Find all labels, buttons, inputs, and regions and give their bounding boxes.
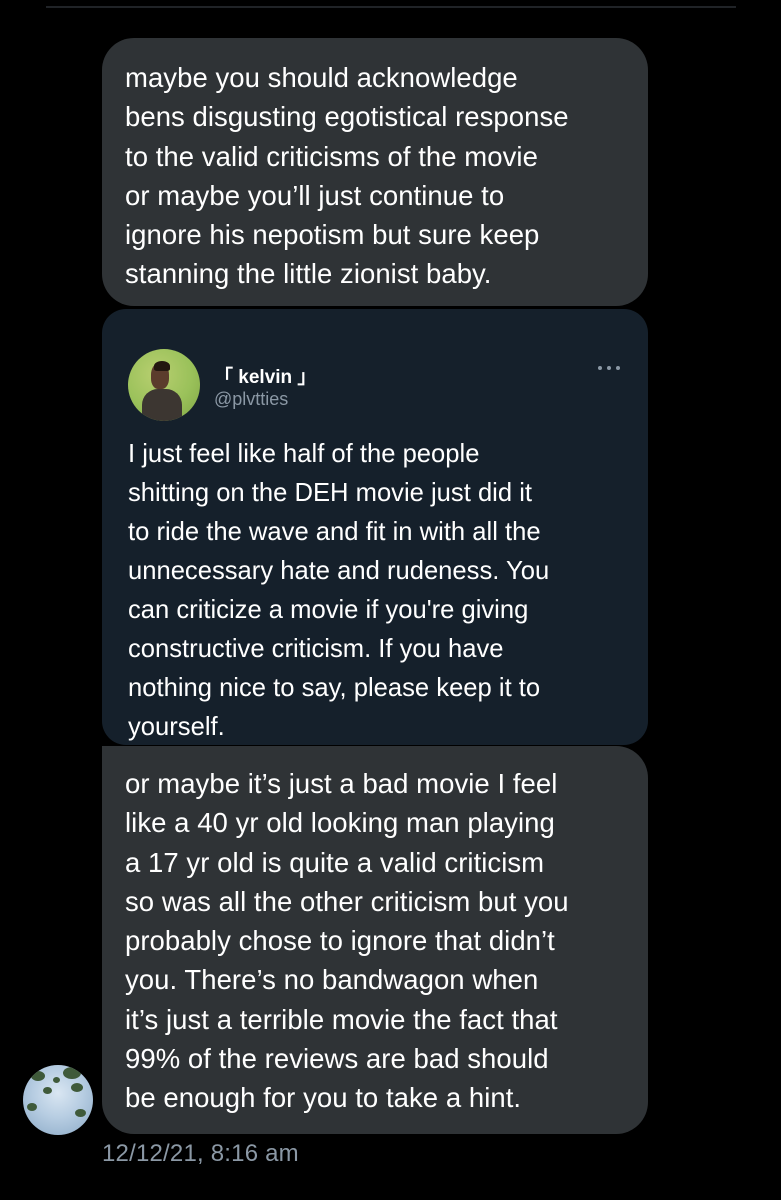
quoted-tweet-header: 「 kelvin 」 @plvtties: [128, 329, 628, 421]
quoted-tweet-display-name[interactable]: 「 kelvin 」: [214, 362, 316, 389]
profile-photo-icon[interactable]: [128, 349, 200, 421]
quoted-tweet-handle[interactable]: @plvtties: [214, 389, 288, 410]
message-timestamp: 12/12/21, 8:16 am: [102, 1140, 299, 1167]
top-divider: [46, 6, 736, 8]
message-bubble-1[interactable]: maybe you should acknowledge bens disgus…: [102, 38, 648, 306]
more-options-icon[interactable]: [598, 365, 620, 371]
quoted-tweet-card[interactable]: 「 kelvin 」 @plvtties I just feel like ha…: [102, 309, 648, 745]
message-text-1: maybe you should acknowledge bens disgus…: [125, 62, 569, 290]
message-bubble-2[interactable]: or maybe it’s just a bad movie I feel li…: [102, 746, 648, 1134]
sender-avatar[interactable]: [23, 1065, 93, 1135]
quoted-tweet-text: I just feel like half of the people shit…: [128, 440, 550, 741]
message-text-2: or maybe it’s just a bad movie I feel li…: [125, 768, 569, 1114]
